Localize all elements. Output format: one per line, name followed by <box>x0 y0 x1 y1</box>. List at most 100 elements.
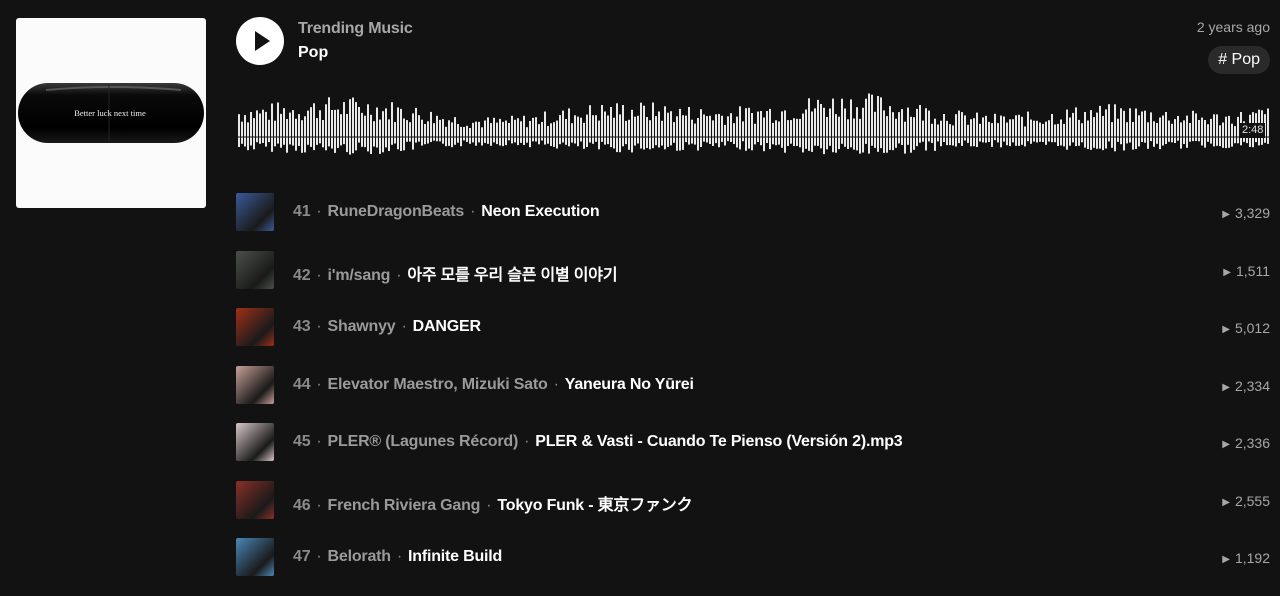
waveform-bar <box>526 127 528 143</box>
track-artist[interactable]: PLER® (Lagunes Récord) <box>328 433 519 450</box>
separator-dot: · <box>396 548 402 565</box>
waveform-bar <box>775 120 777 146</box>
track-artwork[interactable] <box>236 423 274 461</box>
waveform-bar <box>364 115 366 148</box>
waveform-bar <box>451 122 453 148</box>
track-title[interactable]: Tokyo Funk - 東京ファンク <box>497 497 692 514</box>
waveform-bar <box>751 113 753 151</box>
waveform-bar <box>739 106 741 150</box>
waveform-bar <box>496 122 498 145</box>
waveform-bar <box>274 120 276 147</box>
waveform-bar <box>592 115 594 144</box>
track-title[interactable]: Neon Execution <box>481 203 599 220</box>
track-row[interactable]: 42 · i'm/sang · 아주 모를 우리 슬픈 이별 이야기 ▶ 1,511 <box>236 250 1270 309</box>
waveform-bar <box>736 116 738 148</box>
waveform-bar <box>763 117 765 152</box>
waveform-bar <box>604 111 606 145</box>
separator-dot: · <box>316 266 322 284</box>
play-button[interactable] <box>236 17 284 65</box>
waveform-bar <box>1081 123 1083 143</box>
waveform-bar <box>961 112 963 146</box>
track-artist[interactable]: Belorath <box>328 548 392 565</box>
track-row[interactable]: 46 · French Riviera Gang · Tokyo Funk - 東京ファ… <box>236 480 1270 539</box>
waveform-bar <box>844 108 846 147</box>
track-meta: 46 · French Riviera Gang · Tokyo Funk - 東京ファ… <box>293 491 693 515</box>
track-artwork[interactable] <box>236 538 274 576</box>
waveform-bar <box>508 123 510 141</box>
waveform-bar <box>784 110 786 153</box>
track-artist[interactable]: i'm/sang <box>328 267 391 284</box>
waveform-bar <box>541 122 543 141</box>
track-artist[interactable]: Elevator Maestro, Mizuki Sato <box>328 376 548 393</box>
track-title[interactable]: Yaneura No Yūrei <box>565 376 694 393</box>
track-title[interactable]: 아주 모를 우리 슬픈 이별 이야기 <box>407 267 617 284</box>
track-row[interactable]: 43 · Shawnyy · DANGER ▶ 5,012 <box>236 308 1270 366</box>
play-count-value: 2,555 <box>1234 492 1270 509</box>
waveform-bar <box>490 123 492 146</box>
waveform-bar <box>1021 116 1023 145</box>
waveform-bar <box>535 117 537 142</box>
waveform-bar <box>502 121 504 147</box>
waveform-bar <box>850 99 852 148</box>
waveform-bar <box>244 115 246 147</box>
waveform-bar <box>829 108 831 146</box>
waveform-bar <box>817 99 819 146</box>
waveform-bar <box>361 112 363 147</box>
track-row[interactable]: 44 · Elevator Maestro, Mizuki Sato · Yaneura… <box>236 365 1270 424</box>
waveform[interactable] <box>238 90 1270 160</box>
waveform-bar <box>991 123 993 147</box>
waveform-bar <box>967 124 969 143</box>
waveform-bar <box>637 115 639 144</box>
waveform-bar <box>472 122 474 143</box>
track-row[interactable]: 41 · RuneDragonBeats · Neon Execution ▶ 3,329 <box>236 193 1270 251</box>
track-artwork[interactable] <box>236 365 274 404</box>
genre-title[interactable]: Pop <box>298 44 328 62</box>
track-meta: 43 · Shawnyy · DANGER <box>293 318 481 336</box>
waveform-bar <box>724 124 726 146</box>
waveform-bar <box>859 118 861 154</box>
track-artwork[interactable] <box>236 250 274 289</box>
waveform-bar <box>607 115 609 145</box>
waveform-bar <box>652 102 654 149</box>
waveform-bar <box>562 110 564 143</box>
track-title[interactable]: PLER & Vasti - Cuando Te Pienso (Versión… <box>535 433 902 450</box>
track-artwork[interactable] <box>236 480 274 519</box>
play-count-value: 2,336 <box>1234 435 1270 451</box>
waveform-bar <box>907 107 909 145</box>
track-title[interactable]: Infinite Build <box>408 548 502 565</box>
track-artist[interactable]: RuneDragonBeats <box>328 203 465 220</box>
track-row[interactable]: 45 · PLER® (Lagunes Récord) · PLER & Vasti -… <box>236 423 1270 481</box>
track-rank: 41 <box>293 203 311 220</box>
track-meta: 45 · PLER® (Lagunes Récord) · PLER & Vasti -… <box>293 433 903 451</box>
genre-tag[interactable]: # Pop <box>1208 46 1270 74</box>
waveform-bar <box>832 98 834 153</box>
waveform-bar <box>1153 121 1155 147</box>
play-count-value: 2,334 <box>1234 377 1270 394</box>
track-rank: 43 <box>293 318 311 335</box>
waveform-bar <box>568 108 570 147</box>
track-artist[interactable]: Shawnyy <box>328 318 396 335</box>
track-artwork[interactable] <box>236 308 274 346</box>
waveform-bar <box>529 121 531 148</box>
waveform-bar <box>985 115 987 143</box>
waveform-bar <box>583 122 585 149</box>
waveform-bar <box>619 114 621 153</box>
waveform-bar <box>538 124 540 145</box>
waveform-bar <box>253 118 255 150</box>
track-meta: 44 · Elevator Maestro, Mizuki Sato · Yaneura… <box>293 376 694 394</box>
waveform-bar <box>640 102 642 149</box>
waveform-bar <box>454 117 456 145</box>
waveform-bar <box>1075 107 1077 147</box>
waveform-bar <box>457 124 459 143</box>
track-artist[interactable]: French Riviera Gang <box>328 497 481 514</box>
waveform-bar <box>1012 119 1014 143</box>
waveform-bar <box>307 110 309 145</box>
waveform-bar <box>331 110 333 149</box>
playlist-name[interactable]: Trending Music <box>298 20 413 38</box>
track-artwork[interactable] <box>236 193 274 231</box>
waveform-bar <box>466 125 468 142</box>
album-cover[interactable]: Better luck next time <box>16 18 206 208</box>
track-title[interactable]: DANGER <box>413 318 481 335</box>
waveform-bar <box>469 128 471 144</box>
waveform-bar <box>1216 114 1218 146</box>
